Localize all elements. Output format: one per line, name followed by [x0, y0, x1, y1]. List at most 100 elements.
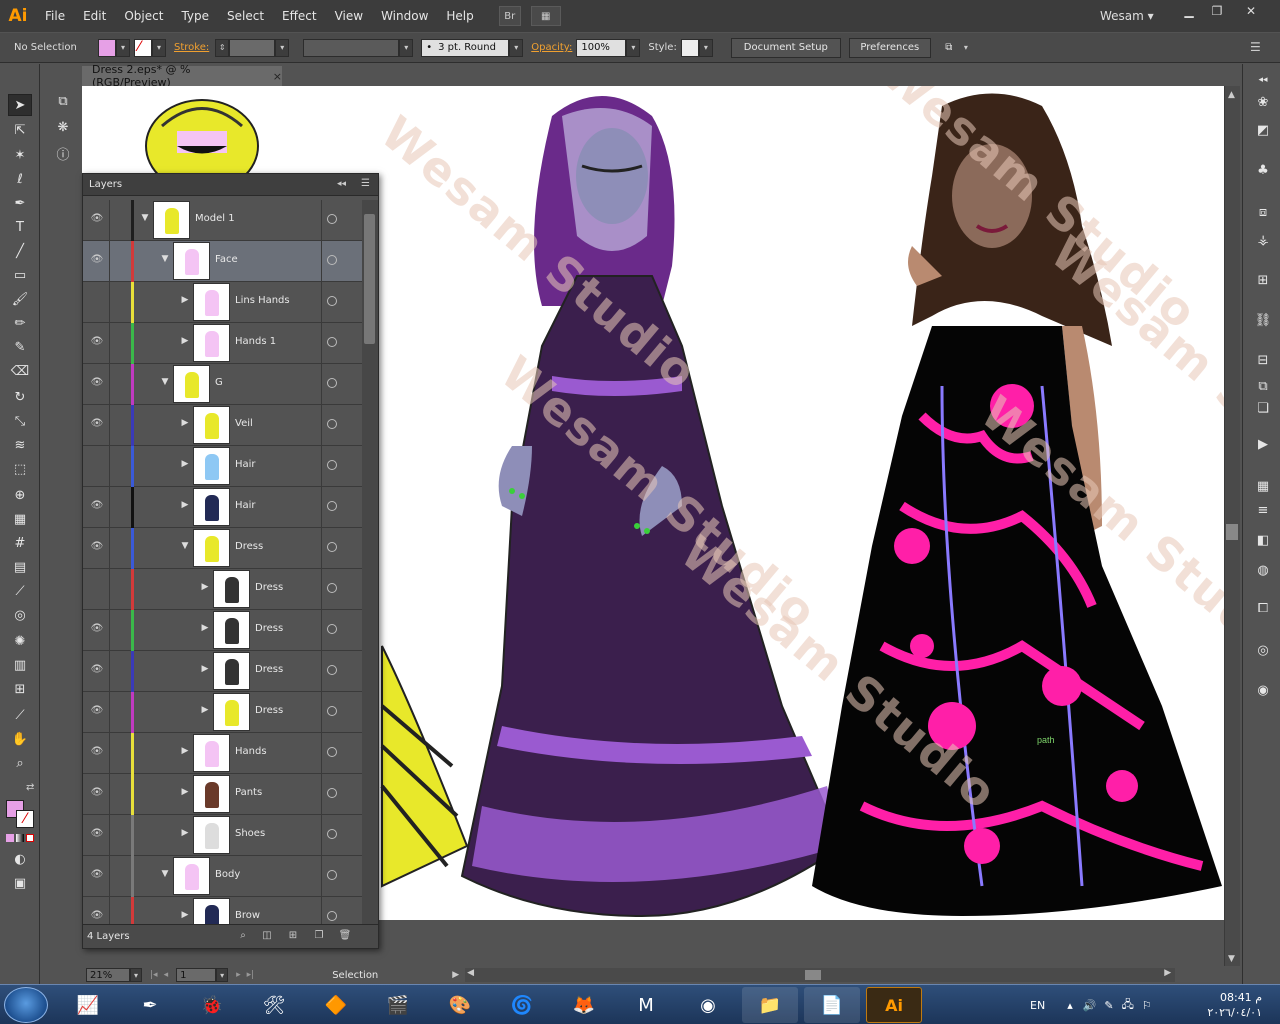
lock-toggle[interactable]	[109, 897, 129, 926]
lock-toggle[interactable]	[109, 364, 129, 405]
scroll-left-icon[interactable]: ◀	[467, 968, 474, 978]
expand-arrow-icon[interactable]: ▶	[179, 336, 191, 350]
layer-row[interactable]: 👁 ▶ Dress	[83, 610, 362, 651]
taskbar-app-pen-icon[interactable]: ✒	[122, 987, 178, 1023]
layer-name[interactable]: Hands	[235, 746, 267, 757]
free-transform-tool-icon[interactable]: ⬚	[8, 458, 32, 480]
info-panel-icon[interactable]: ⓘ	[51, 142, 75, 164]
target-circle-icon[interactable]	[327, 788, 337, 798]
lock-toggle[interactable]	[109, 241, 129, 282]
eraser-tool-icon[interactable]: ⌫	[8, 360, 32, 382]
layer-row[interactable]: ▶ Dress	[83, 569, 362, 610]
perspective-grid-tool-icon[interactable]: ▦	[8, 508, 32, 530]
visibility-eye-icon[interactable]: 👁	[89, 787, 105, 801]
layer-name[interactable]: Hair	[235, 500, 256, 511]
menu-effect[interactable]: Effect	[273, 0, 326, 32]
horizontal-scroll-thumb[interactable]	[805, 970, 822, 980]
layer-name[interactable]: Dress	[235, 541, 263, 552]
expand-arrow-icon[interactable]: ▶	[179, 828, 191, 842]
minimize-button[interactable]: ▁	[1176, 2, 1202, 20]
symbols-panel-icon[interactable]: ⧠	[1252, 598, 1274, 618]
target-circle-icon[interactable]	[327, 255, 337, 265]
target-circle-icon[interactable]	[327, 665, 337, 675]
none-mode-icon[interactable]	[26, 834, 34, 842]
layer-name[interactable]: Pants	[235, 787, 262, 798]
scroll-up-icon[interactable]: ▲	[1228, 90, 1235, 100]
layer-name[interactable]: Shoes	[235, 828, 265, 839]
lock-toggle[interactable]	[109, 487, 129, 528]
graphic-styles-panel-icon[interactable]: ◍	[1252, 560, 1274, 580]
zoom-tool-icon[interactable]: ⌕	[8, 752, 32, 774]
layer-row[interactable]: 👁 ▶ Veil	[83, 405, 362, 446]
scroll-right-icon[interactable]: ▶	[1164, 968, 1171, 978]
color-mode-icon[interactable]	[6, 834, 14, 842]
new-layer-icon[interactable]: ❐	[312, 930, 326, 943]
gradient-panel-icon[interactable]: ◩	[1252, 120, 1274, 140]
collapse-arrow-icon[interactable]: ▼	[159, 254, 171, 268]
layer-name[interactable]: Veil	[235, 418, 253, 429]
layer-name[interactable]: Body	[215, 869, 240, 880]
layer-name[interactable]: Lins Hands	[235, 295, 290, 306]
expand-arrow-icon[interactable]: ▶	[179, 746, 191, 760]
visibility-eye-icon[interactable]: 👁	[89, 910, 105, 924]
visibility-eye-icon[interactable]	[89, 295, 105, 309]
rotate-tool-icon[interactable]: ↻	[8, 386, 32, 408]
layer-row[interactable]: 👁 ▶ Hair	[83, 487, 362, 528]
show-hidden-icons-icon[interactable]: ▴	[1067, 999, 1073, 1012]
start-button[interactable]	[4, 987, 48, 1023]
zoom-dropdown[interactable]: ▾	[130, 968, 142, 982]
opacity-label[interactable]: Opacity:	[531, 42, 572, 53]
opacity-dropdown[interactable]: ▾	[626, 38, 641, 57]
lock-toggle[interactable]	[109, 405, 129, 446]
taskbar-app-monitor-icon[interactable]: 📈	[60, 987, 116, 1023]
visibility-eye-icon[interactable]: 👁	[89, 869, 105, 883]
make-clipping-mask-icon[interactable]: ◫	[260, 930, 274, 943]
new-sublayer-icon[interactable]: ⊞	[286, 930, 300, 943]
arrange-panel-icon[interactable]: ❏	[1252, 398, 1274, 418]
swatches-panel-icon[interactable]: ♣	[1252, 160, 1274, 180]
target-circle-icon[interactable]	[327, 460, 337, 470]
expand-arrow-icon[interactable]: ▶	[179, 295, 191, 309]
locate-object-icon[interactable]: ⌕	[236, 930, 250, 943]
target-circle-icon[interactable]	[327, 214, 337, 224]
visibility-eye-icon[interactable]: 👁	[89, 623, 105, 637]
visibility-eye-icon[interactable]	[89, 459, 105, 473]
layer-row[interactable]: 👁 ▶ Dress	[83, 651, 362, 692]
mesh-tool-icon[interactable]: #	[8, 532, 32, 554]
first-artboard-icon[interactable]: |◂	[150, 970, 158, 980]
stroke-weight-input[interactable]	[229, 38, 276, 57]
target-circle-icon[interactable]	[327, 911, 337, 921]
rectangle-tool-icon[interactable]: ▭	[8, 264, 32, 286]
taskbar-app-explorer-icon[interactable]: 📁	[742, 987, 798, 1023]
paintbrush-tool-icon[interactable]: 🖌	[8, 288, 32, 310]
actions-panel-icon[interactable]: ▶	[1252, 434, 1274, 454]
bridge-button[interactable]: Br	[498, 6, 521, 26]
status-menu-icon[interactable]: ▶	[452, 970, 459, 980]
stroke-dropdown[interactable]: ▾	[152, 38, 166, 57]
layer-row[interactable]: 👁 ▶ Hands	[83, 733, 362, 774]
expand-arrow-icon[interactable]: ▶	[179, 418, 191, 432]
menu-view[interactable]: View	[326, 0, 372, 32]
collapse-arrow-icon[interactable]: ▼	[159, 869, 171, 883]
menu-type[interactable]: Type	[172, 0, 218, 32]
target-circle-icon[interactable]	[327, 870, 337, 880]
slice-tool-icon[interactable]: ⟋	[8, 704, 32, 726]
user-menu[interactable]: Wesam ▾	[1100, 0, 1154, 32]
layer-row[interactable]: 👁 ▼ Model 1	[83, 200, 362, 241]
collapse-arrow-icon[interactable]: ▼	[139, 213, 151, 227]
close-window-button[interactable]: ✕	[1238, 2, 1264, 20]
expand-arrow-icon[interactable]: ▶	[179, 787, 191, 801]
visibility-eye-icon[interactable]: 👁	[89, 541, 105, 555]
brushes-panel-icon[interactable]: ⚶	[1252, 230, 1274, 250]
layer-row[interactable]: 👁 ▶ Dress	[83, 692, 362, 733]
target-circle-icon[interactable]	[327, 337, 337, 347]
artboards-panel-icon[interactable]: ⧉	[51, 90, 75, 112]
visibility-eye-icon[interactable]: 👁	[89, 336, 105, 350]
visibility-eye-icon[interactable]	[89, 582, 105, 596]
layer-row[interactable]: 👁 ▶ Brow	[83, 897, 362, 926]
visibility-eye-icon[interactable]: 👁	[89, 828, 105, 842]
isolate-icon[interactable]: ⧉	[939, 38, 959, 58]
taskbar-app-bug-icon[interactable]: 🐞	[184, 987, 240, 1023]
prev-artboard-icon[interactable]: ◂	[164, 970, 169, 980]
hand-tool-icon[interactable]: ✋	[8, 728, 32, 750]
